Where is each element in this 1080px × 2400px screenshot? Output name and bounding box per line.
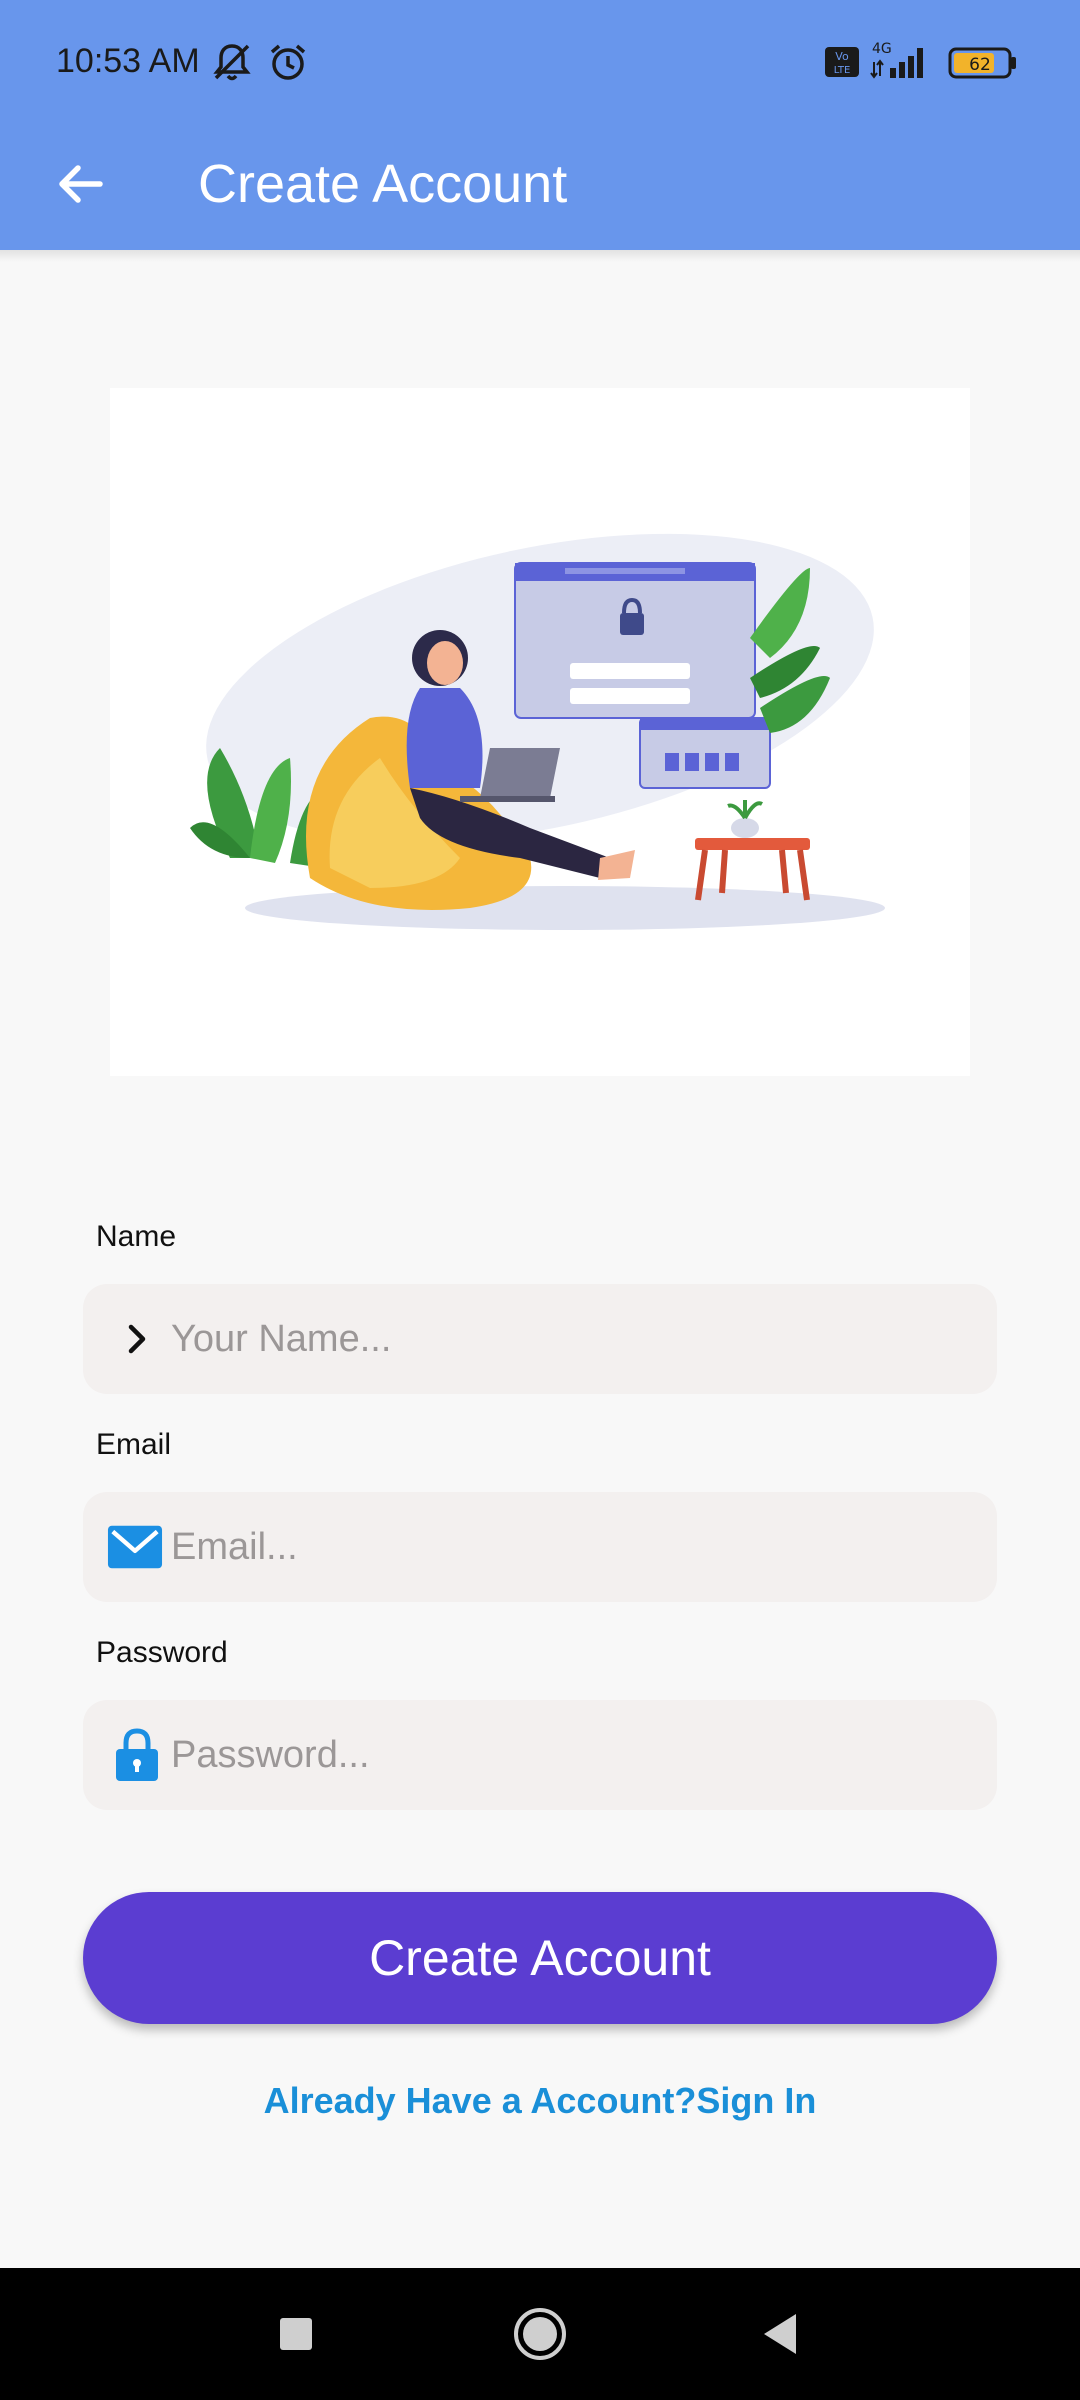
svg-text:LTE: LTE (834, 65, 851, 76)
status-bar: 10:53 AM Vo LTE 4G 62 (0, 0, 1080, 126)
signup-illustration (110, 388, 970, 1076)
mail-icon (107, 1519, 163, 1575)
arrow-back-icon (54, 158, 106, 215)
app-bar: Create Account (0, 126, 1080, 250)
volte-icon: Vo LTE (824, 46, 860, 83)
sign-in-link[interactable]: Already Have a Account?Sign In (0, 2080, 1080, 2122)
mute-notifications-icon (210, 40, 254, 89)
recents-square-icon[interactable] (264, 2302, 328, 2366)
battery-icon: 62 (948, 46, 1018, 85)
app-bar-shadow (0, 250, 1080, 262)
status-time: 10:53 AM (56, 42, 200, 80)
svg-text:62: 62 (969, 55, 991, 75)
email-field[interactable] (83, 1492, 997, 1602)
password-field[interactable] (83, 1700, 997, 1810)
email-label: Email (96, 1428, 172, 1461)
alarm-icon (266, 40, 310, 89)
lock-icon (109, 1727, 165, 1783)
email-input[interactable] (171, 1492, 971, 1602)
back-triangle-icon[interactable] (748, 2302, 812, 2366)
chevron-right-icon (109, 1311, 165, 1367)
back-button[interactable] (44, 150, 116, 222)
page-title: Create Account (198, 154, 568, 214)
signal-icon: 4G (868, 40, 938, 85)
create-account-button[interactable]: Create Account (83, 1892, 997, 2024)
password-input[interactable] (171, 1700, 971, 1810)
home-circle-icon[interactable] (508, 2302, 572, 2366)
name-input[interactable] (171, 1284, 971, 1394)
system-nav-bar (0, 2268, 1080, 2400)
svg-text:Vo: Vo (835, 50, 849, 63)
password-label: Password (96, 1636, 228, 1669)
svg-text:4G: 4G (872, 41, 892, 57)
name-label: Name (96, 1220, 177, 1253)
name-field[interactable] (83, 1284, 997, 1394)
